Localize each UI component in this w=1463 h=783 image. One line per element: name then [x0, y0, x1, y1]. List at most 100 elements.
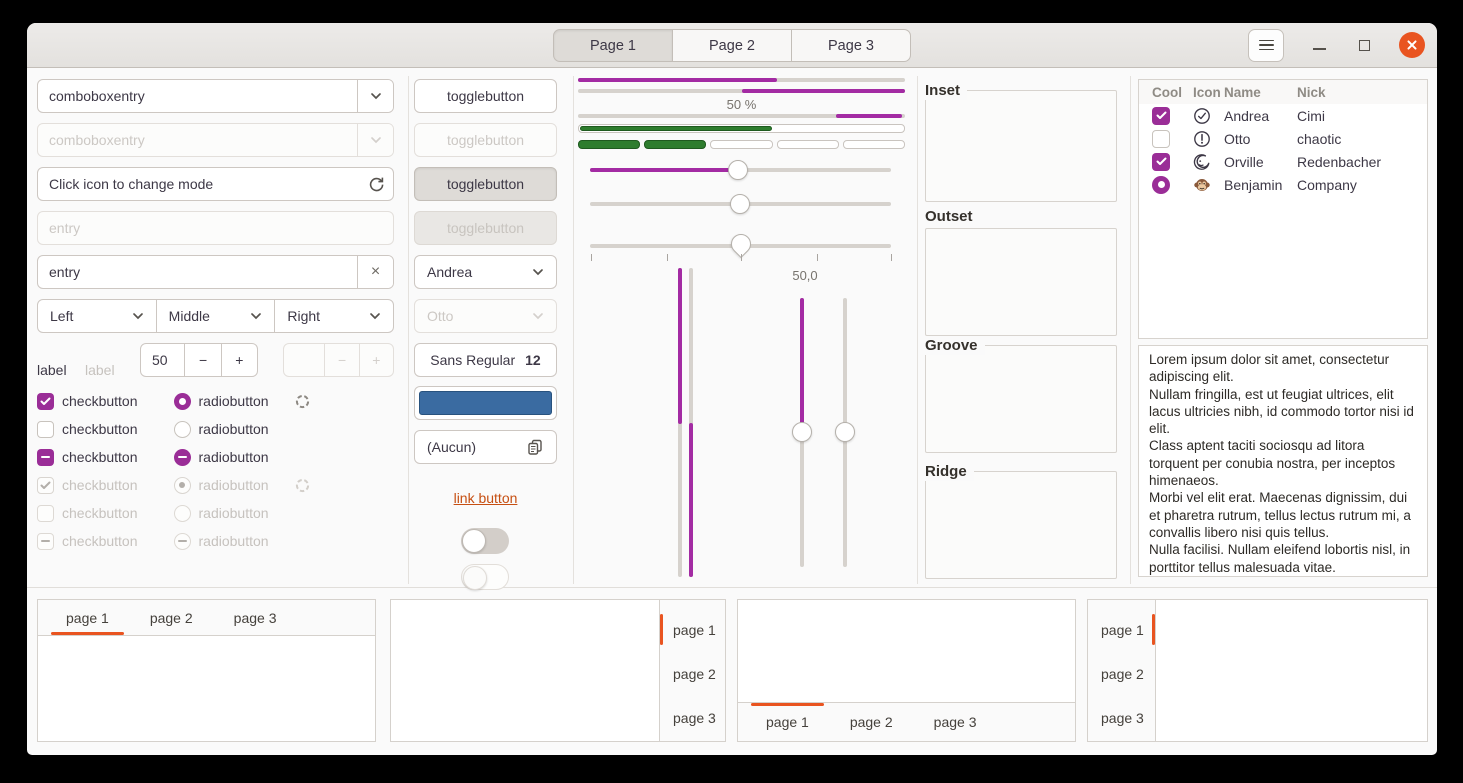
- textview[interactable]: Lorem ipsum dolor sit amet, consectetur …: [1138, 345, 1428, 577]
- checkbutton-checked[interactable]: [37, 392, 54, 410]
- switch-off-disabled: [461, 564, 509, 590]
- page-switcher: Page 1 Page 2 Page 3: [553, 29, 911, 62]
- togglebutton-disabled: togglebutton: [414, 123, 557, 157]
- name-combobox[interactable]: Andrea: [414, 255, 557, 289]
- tab-page3[interactable]: page 3: [1088, 699, 1155, 736]
- column-header-name[interactable]: Name: [1224, 85, 1297, 100]
- frame-outset: Outset: [925, 208, 1117, 336]
- vscale-knob[interactable]: [792, 422, 812, 442]
- table-row[interactable]: Andrea Cimi: [1139, 104, 1427, 127]
- chevron-down-icon: [132, 313, 143, 320]
- separator: [27, 587, 1437, 588]
- progressbar-activity-fill: [836, 114, 902, 118]
- column-header-icon[interactable]: Icon: [1180, 85, 1224, 100]
- row-checkbox-checked[interactable]: [1152, 152, 1170, 171]
- tab-page2[interactable]: page 2: [134, 600, 209, 635]
- entry-input[interactable]: [38, 264, 357, 280]
- checkbutton-unchecked[interactable]: [37, 420, 54, 438]
- chevron-down-icon: [533, 313, 543, 320]
- scales-column: 50 % 50,0: [578, 68, 906, 584]
- tab-bar: page 1 page 2 page 3: [659, 600, 725, 741]
- notebook-tabs-left: page 1 page 2 page 3: [1087, 599, 1428, 742]
- tab-page2[interactable]: page 2: [660, 655, 725, 692]
- tab-page1[interactable]: page 1: [660, 611, 725, 648]
- frame-label: Groove: [925, 337, 985, 355]
- chevron-down-icon: [251, 313, 262, 320]
- hscale-knob[interactable]: [728, 160, 748, 180]
- column-header-nick[interactable]: Nick: [1297, 85, 1427, 100]
- checkbutton-label: checkbutton: [62, 505, 138, 521]
- spinbutton-decrement-button[interactable]: −: [184, 344, 220, 376]
- table-row[interactable]: Otto chaotic: [1139, 127, 1427, 150]
- level-segment-empty: [842, 140, 906, 149]
- frame-box: [925, 471, 1117, 579]
- radiobutton-selected-disabled: [173, 476, 191, 494]
- combo-right[interactable]: Right: [274, 300, 393, 332]
- clear-icon: ×: [370, 263, 381, 280]
- column-header-cool[interactable]: Cool: [1139, 85, 1182, 100]
- row-radio-selected[interactable]: [1152, 175, 1170, 194]
- row-checkbox-unchecked[interactable]: [1152, 129, 1170, 148]
- combo-right-value: Right: [287, 308, 321, 324]
- spinner-icon: [295, 394, 309, 408]
- combo-left[interactable]: Left: [38, 300, 156, 332]
- separator: [408, 76, 409, 584]
- tab-page2[interactable]: page 2: [1088, 655, 1155, 692]
- radiobutton-selected[interactable]: [173, 392, 191, 410]
- switch-off[interactable]: [461, 528, 509, 554]
- hscale-knob[interactable]: [730, 194, 750, 214]
- vprogressbar-inverted-fill: [689, 423, 693, 577]
- mode-entry-input[interactable]: [38, 176, 359, 192]
- frame-label: Inset: [925, 82, 968, 100]
- checkbutton-mixed[interactable]: [37, 448, 54, 466]
- tab-page3[interactable]: page 3: [918, 703, 993, 741]
- radiobutton-label: radiobutton: [198, 449, 269, 465]
- alert-circle-icon: [1194, 130, 1210, 147]
- refresh-icon[interactable]: [359, 176, 393, 193]
- comboboxentry-dropdown-button[interactable]: [357, 80, 393, 112]
- table-row[interactable]: Orville Redenbacher: [1139, 150, 1427, 173]
- comboboxentry-input[interactable]: [38, 88, 357, 104]
- header-page2-button[interactable]: Page 2: [672, 29, 792, 62]
- frame-inset: Inset: [925, 82, 1117, 202]
- tab-page2[interactable]: page 2: [834, 703, 909, 741]
- maximize-button[interactable]: [1354, 35, 1374, 55]
- tab-page1[interactable]: page 1: [750, 703, 825, 741]
- tab-page1[interactable]: page 1: [1088, 611, 1155, 648]
- menu-button[interactable]: [1248, 28, 1284, 62]
- header-page3-button[interactable]: Page 3: [791, 29, 911, 62]
- minimize-icon: [1312, 48, 1326, 50]
- spinbutton-disabled-increment: +: [358, 344, 393, 376]
- togglebutton-active[interactable]: togglebutton: [414, 167, 557, 201]
- radiobutton-mixed[interactable]: [173, 448, 191, 466]
- table-row[interactable]: Benjamin Company: [1139, 173, 1427, 196]
- moon-face-icon: [1193, 153, 1210, 170]
- tab-page3[interactable]: page 3: [218, 600, 293, 635]
- link-button[interactable]: link button: [454, 490, 518, 506]
- file-chooser-button[interactable]: (Aucun): [414, 430, 557, 464]
- label-disabled: label: [85, 362, 115, 378]
- frame-box: [925, 228, 1117, 336]
- vscale-knob[interactable]: [835, 422, 855, 442]
- levelbar-fill: [580, 126, 772, 131]
- scale-mark: [667, 254, 668, 261]
- progress-percent-label: 50 %: [726, 97, 757, 112]
- row-checkbox-checked[interactable]: [1152, 106, 1170, 125]
- spinbutton-increment-button[interactable]: +: [220, 344, 257, 376]
- tab-page3[interactable]: page 3: [660, 699, 725, 736]
- combo-middle[interactable]: Middle: [155, 300, 275, 332]
- chevron-down-icon: [533, 269, 543, 276]
- font-button[interactable]: Sans Regular 12: [414, 343, 557, 377]
- header-page1-button[interactable]: Page 1: [553, 29, 673, 62]
- radiobutton-unselected[interactable]: [173, 420, 191, 438]
- spinbutton-value[interactable]: 50: [141, 344, 184, 376]
- close-button[interactable]: [1399, 32, 1425, 58]
- vprogressbar-fill: [678, 268, 682, 424]
- tab-page1[interactable]: page 1: [50, 600, 125, 635]
- togglebutton[interactable]: togglebutton: [414, 79, 557, 113]
- spinbutton: 50 − +: [140, 343, 258, 377]
- clear-button[interactable]: ×: [357, 256, 393, 288]
- checkbutton-label: checkbutton: [62, 421, 138, 437]
- minimize-button[interactable]: [1309, 35, 1329, 55]
- color-button[interactable]: [414, 386, 557, 420]
